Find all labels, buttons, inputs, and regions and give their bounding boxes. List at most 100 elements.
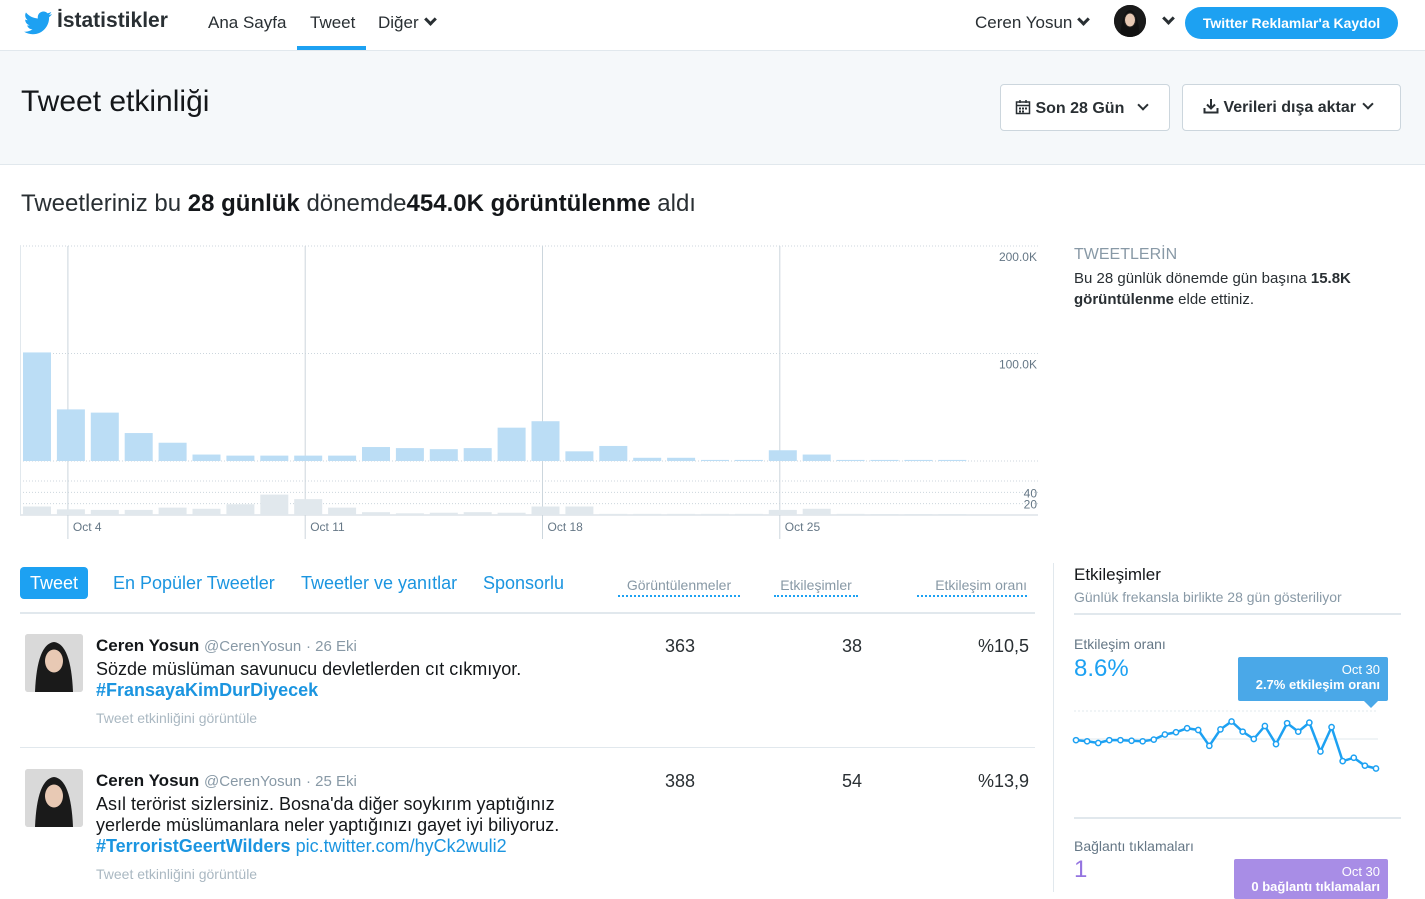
tweet-text: Asıl terörist sizlersiniz. Bosna'da diğe… — [96, 794, 606, 857]
column-engagement-rate[interactable]: Etkileşim oranı — [917, 577, 1027, 597]
tweet-author[interactable]: Ceren Yosun @CerenYosun · 26 Eki — [96, 636, 357, 656]
sparkline-point — [1161, 731, 1169, 738]
nav-home[interactable]: Ana Sayfa — [208, 13, 286, 33]
tweets-bar — [531, 506, 560, 515]
sparkline-point — [1072, 736, 1080, 744]
tweets-bar — [158, 507, 187, 515]
impressions-bar — [768, 450, 797, 461]
impressions-bar — [870, 459, 899, 461]
impressions-bar — [599, 445, 628, 461]
tweet-author[interactable]: Ceren Yosun @CerenYosun · 25 Eki — [96, 771, 357, 791]
impressions-bar — [90, 412, 119, 461]
summary-period: 28 günlük — [187, 190, 300, 217]
sparkline-point — [1339, 757, 1347, 765]
user-menu[interactable]: Ceren Yosun — [975, 13, 1091, 33]
summary-prefix: Tweetleriniz bu — [21, 190, 188, 217]
impressions-bar — [802, 454, 831, 461]
impressions-bar — [158, 442, 187, 461]
tweet-row[interactable]: Ceren Yosun @CerenYosun · 25 Eki Asıl te… — [20, 759, 1035, 899]
tab-top-tweets[interactable]: En Popüler Tweetler — [113, 567, 275, 599]
chevron-down-icon[interactable] — [1162, 12, 1175, 25]
tweets-bar — [870, 514, 899, 515]
tweets-bar — [802, 508, 831, 515]
sparkline-point — [1239, 728, 1247, 736]
sparkline-point — [1083, 737, 1091, 745]
tweet-date: · 25 Eki — [306, 773, 357, 790]
tweet-date: · 26 Eki — [306, 638, 357, 655]
x-tick-label: Oct 11 — [310, 520, 345, 534]
tweet-text: Sözde müslüman savunucu devletlerden cıt… — [96, 659, 606, 701]
column-impressions[interactable]: Görüntülenmeler — [618, 577, 740, 597]
sparkline-point — [1372, 765, 1380, 772]
impressions-bar — [904, 459, 933, 461]
link-clicks-value: 1 — [1074, 856, 1088, 883]
export-button[interactable]: Verileri dışa aktar — [1182, 84, 1401, 131]
calendar-icon — [1015, 100, 1031, 115]
tweet-hashtag[interactable]: #FransayaKimDurDiyecek — [96, 680, 318, 700]
impressions-bar — [294, 455, 323, 461]
tweet-hashtag[interactable]: #TerroristGeertWilders — [96, 836, 291, 856]
tweet-impressions: 388 — [664, 771, 695, 791]
tweet-avatar[interactable] — [25, 634, 83, 692]
sparkline-point — [1128, 737, 1135, 745]
sparkline-point — [1305, 719, 1313, 726]
tab-tweets[interactable]: Tweet — [20, 567, 89, 599]
x-tick-label: Oct 18 — [548, 520, 584, 534]
sparkline-point — [1139, 737, 1147, 745]
view-tweet-activity-link[interactable]: Tweet etkinliğini görüntüle — [96, 710, 257, 726]
impressions-bar — [362, 447, 390, 461]
engagements-panel: Etkileşimler Günlük frekansla birlikte 2… — [1053, 563, 1425, 899]
tweet-avatar[interactable] — [25, 769, 83, 827]
sparkline-point — [1150, 736, 1158, 743]
x-tick-label: Oct 4 — [73, 520, 102, 534]
impressions-bar — [734, 459, 763, 461]
sparkline-point — [1361, 762, 1369, 770]
brand-title[interactable]: İstatistikler — [57, 9, 168, 33]
date-range-label: Son 28 Gün — [1035, 100, 1125, 117]
nav-tweets[interactable]: Tweet — [310, 13, 355, 33]
tweets-bar — [667, 513, 696, 515]
tweets-bar — [938, 514, 967, 515]
tweets-bar — [192, 508, 221, 515]
x-tick-label: Oct 25 — [785, 520, 821, 534]
column-engagements[interactable]: Etkileşimler — [774, 577, 858, 597]
tweets-bar — [497, 512, 526, 515]
side-desc-suffix: elde ettiniz. — [1174, 291, 1255, 308]
tweet-row[interactable]: Ceren Yosun @CerenYosun · 26 Eki Sözde m… — [20, 624, 1035, 748]
link-clicks-tooltip: Oct 30 0 bağlantı tıklamaları — [1234, 859, 1388, 899]
link-clicks-label: Bağlantı tıklamaları — [1074, 838, 1194, 854]
tweet-engagements: 38 — [841, 636, 862, 656]
summary-suffix: aldı — [650, 190, 696, 217]
chevron-down-icon — [423, 13, 437, 26]
twitter-bird-icon[interactable] — [24, 11, 52, 35]
tweets-bar — [768, 509, 797, 515]
download-icon — [1203, 99, 1219, 114]
chevron-down-icon — [1077, 13, 1091, 26]
date-range-button[interactable]: Son 28 Gün — [1000, 84, 1170, 131]
divider — [1074, 817, 1401, 819]
y-tick-label: 100.0K — [999, 358, 1037, 372]
tweets-bar — [701, 513, 729, 515]
tab-tweets-replies[interactable]: Tweetler ve yanıtlar — [301, 567, 457, 599]
tab-promoted[interactable]: Sponsorlu — [483, 567, 564, 599]
ads-signup-button[interactable]: Twitter Reklamlar'a Kaydol — [1185, 7, 1398, 39]
tweets-bar — [226, 504, 255, 515]
impressions-bar — [463, 448, 492, 461]
impressions-bar — [565, 451, 594, 461]
view-tweet-activity-link[interactable]: Tweet etkinliğini görüntüle — [96, 866, 257, 882]
export-label: Verileri dışa aktar — [1223, 99, 1356, 116]
nav-more[interactable]: Diğer — [378, 13, 437, 33]
chevron-down-icon — [1137, 99, 1149, 111]
impressions-chart: 200.0K 100.0K 40 20 Oct 4 Oct 11 Oct 18 Oct 25 — [20, 244, 1038, 539]
tweet-tabs: Tweet En Popüler Tweetler Tweetler ve ya… — [20, 567, 1035, 614]
nav-more-label: Diğer — [378, 13, 419, 32]
tweet-media-link[interactable]: pic.twitter.com/hyCk2wuli2 — [296, 836, 507, 856]
tweet-author-name: Ceren Yosun — [96, 771, 200, 790]
sparkline-point — [1228, 718, 1235, 725]
tweets-bar — [734, 513, 763, 515]
sparkline-point — [1217, 726, 1224, 733]
impressions-bar — [531, 421, 560, 461]
tweets-bar — [260, 494, 289, 515]
top-bar: İstatistikler Ana Sayfa Tweet Diğer Cere… — [0, 0, 1425, 51]
avatar[interactable] — [1114, 5, 1146, 37]
